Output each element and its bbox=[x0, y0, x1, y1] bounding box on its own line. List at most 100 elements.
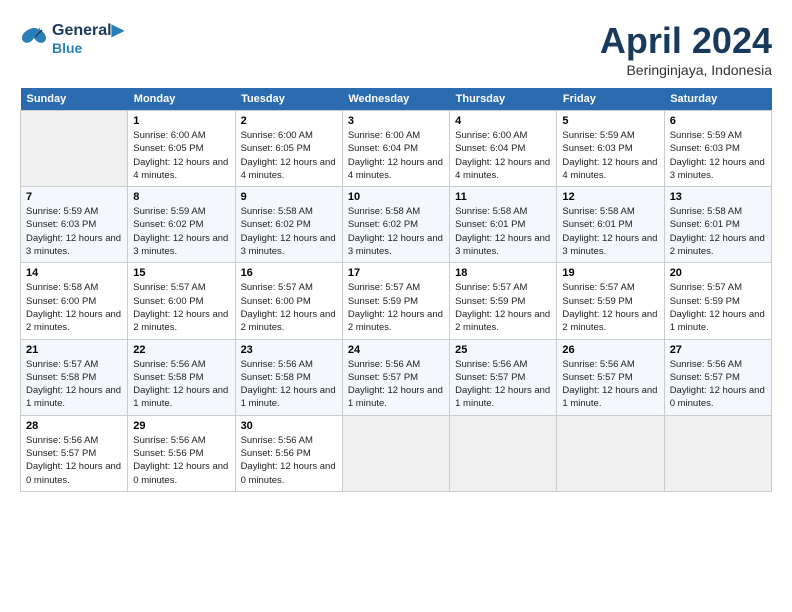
day-number: 12 bbox=[562, 191, 658, 203]
day-number: 14 bbox=[26, 267, 122, 279]
calendar-cell: 20Sunrise: 5:57 AMSunset: 5:59 PMDayligh… bbox=[664, 263, 771, 339]
day-info: Sunrise: 5:59 AMSunset: 6:02 PMDaylight:… bbox=[133, 205, 229, 258]
calendar-cell: 28 Sunrise: 5:56 AMSunset: 5:57 PMDayligh… bbox=[21, 415, 128, 491]
calendar-cell bbox=[450, 415, 557, 491]
column-header-tuesday: Tuesday bbox=[235, 88, 342, 111]
calendar-cell: 15Sunrise: 5:57 AMSunset: 6:00 PMDayligh… bbox=[128, 263, 235, 339]
day-info: Sunrise: 5:56 AMSunset: 5:57 PMDaylight:… bbox=[670, 358, 766, 411]
calendar-cell: 13 Sunrise: 5:58 AMSunset: 6:01 PMDayligh… bbox=[664, 187, 771, 263]
calendar-cell: 22 Sunrise: 5:56 AMSunset: 5:58 PMDayligh… bbox=[128, 339, 235, 415]
logo-icon bbox=[20, 26, 48, 50]
day-number: 23 bbox=[241, 344, 337, 356]
calendar-week-4: 21 Sunrise: 5:57 AMSunset: 5:58 PMDayligh… bbox=[21, 339, 772, 415]
day-info: Sunrise: 5:57 AMSunset: 5:59 PMDaylight:… bbox=[455, 281, 551, 334]
calendar-cell: 14 Sunrise: 5:58 AMSunset: 6:00 PMDayligh… bbox=[21, 263, 128, 339]
day-number: 9 bbox=[241, 191, 337, 203]
calendar-cell: 27 Sunrise: 5:56 AMSunset: 5:57 PMDayligh… bbox=[664, 339, 771, 415]
day-number: 8 bbox=[133, 191, 229, 203]
day-number: 19 bbox=[562, 267, 658, 279]
day-info: Sunrise: 5:59 AMSunset: 6:03 PMDaylight:… bbox=[562, 129, 658, 182]
day-info: Sunrise: 6:00 AMSunset: 6:05 PMDaylight:… bbox=[241, 129, 337, 182]
day-number: 24 bbox=[348, 344, 444, 356]
day-number: 28 bbox=[26, 420, 122, 432]
calendar-week-3: 14 Sunrise: 5:58 AMSunset: 6:00 PMDayligh… bbox=[21, 263, 772, 339]
column-header-friday: Friday bbox=[557, 88, 664, 111]
day-number: 30 bbox=[241, 420, 337, 432]
day-number: 22 bbox=[133, 344, 229, 356]
calendar-body: 1Sunrise: 6:00 AMSunset: 6:05 PMDaylight… bbox=[21, 111, 772, 492]
calendar-cell bbox=[664, 415, 771, 491]
calendar-cell: 25Sunrise: 5:56 AMSunset: 5:57 PMDayligh… bbox=[450, 339, 557, 415]
column-header-monday: Monday bbox=[128, 88, 235, 111]
day-number: 13 bbox=[670, 191, 766, 203]
calendar-cell: 6 Sunrise: 5:59 AMSunset: 6:03 PMDaylight… bbox=[664, 111, 771, 187]
day-info: Sunrise: 5:56 AMSunset: 5:56 PMDaylight:… bbox=[133, 434, 229, 487]
calendar-cell bbox=[557, 415, 664, 491]
day-info: Sunrise: 5:59 AMSunset: 6:03 PMDaylight:… bbox=[26, 205, 122, 258]
day-info: Sunrise: 5:59 AMSunset: 6:03 PMDaylight:… bbox=[670, 129, 766, 182]
day-number: 18 bbox=[455, 267, 551, 279]
month-title: April 2024 bbox=[600, 20, 772, 62]
calendar-cell: 11Sunrise: 5:58 AMSunset: 6:01 PMDayligh… bbox=[450, 187, 557, 263]
calendar-cell: 18 Sunrise: 5:57 AMSunset: 5:59 PMDayligh… bbox=[450, 263, 557, 339]
day-number: 27 bbox=[670, 344, 766, 356]
day-number: 11 bbox=[455, 191, 551, 203]
day-number: 6 bbox=[670, 115, 766, 127]
column-header-thursday: Thursday bbox=[450, 88, 557, 111]
calendar-cell: 1Sunrise: 6:00 AMSunset: 6:05 PMDaylight… bbox=[128, 111, 235, 187]
calendar-cell: 10 Sunrise: 5:58 AMSunset: 6:02 PMDayligh… bbox=[342, 187, 449, 263]
calendar-week-5: 28 Sunrise: 5:56 AMSunset: 5:57 PMDayligh… bbox=[21, 415, 772, 491]
column-header-wednesday: Wednesday bbox=[342, 88, 449, 111]
column-header-saturday: Saturday bbox=[664, 88, 771, 111]
calendar-cell: 26 Sunrise: 5:56 AMSunset: 5:57 PMDayligh… bbox=[557, 339, 664, 415]
day-number: 21 bbox=[26, 344, 122, 356]
logo-text: General▶ Blue bbox=[52, 20, 124, 56]
day-info: Sunrise: 5:56 AMSunset: 5:56 PMDaylight:… bbox=[241, 434, 337, 487]
logo: General▶ Blue bbox=[20, 20, 124, 56]
calendar-cell: 19Sunrise: 5:57 AMSunset: 5:59 PMDayligh… bbox=[557, 263, 664, 339]
day-number: 29 bbox=[133, 420, 229, 432]
day-info: Sunrise: 5:56 AMSunset: 5:57 PMDaylight:… bbox=[455, 358, 551, 411]
day-info: Sunrise: 5:58 AMSunset: 6:00 PMDaylight:… bbox=[26, 281, 122, 334]
day-number: 2 bbox=[241, 115, 337, 127]
day-info: Sunrise: 6:00 AMSunset: 6:04 PMDaylight:… bbox=[348, 129, 444, 182]
calendar-cell: 16 Sunrise: 5:57 AMSunset: 6:00 PMDayligh… bbox=[235, 263, 342, 339]
calendar-cell: 29 Sunrise: 5:56 AMSunset: 5:56 PMDayligh… bbox=[128, 415, 235, 491]
calendar-header-row: SundayMondayTuesdayWednesdayThursdayFrid… bbox=[21, 88, 772, 111]
day-info: Sunrise: 5:58 AMSunset: 6:01 PMDaylight:… bbox=[562, 205, 658, 258]
calendar-cell bbox=[342, 415, 449, 491]
calendar-cell: 2 Sunrise: 6:00 AMSunset: 6:05 PMDaylight… bbox=[235, 111, 342, 187]
day-number: 3 bbox=[348, 115, 444, 127]
calendar-week-1: 1Sunrise: 6:00 AMSunset: 6:05 PMDaylight… bbox=[21, 111, 772, 187]
day-number: 16 bbox=[241, 267, 337, 279]
day-info: Sunrise: 5:58 AMSunset: 6:02 PMDaylight:… bbox=[348, 205, 444, 258]
day-info: Sunrise: 5:56 AMSunset: 5:58 PMDaylight:… bbox=[241, 358, 337, 411]
day-info: Sunrise: 5:57 AMSunset: 5:59 PMDaylight:… bbox=[670, 281, 766, 334]
day-info: Sunrise: 5:57 AMSunset: 6:00 PMDaylight:… bbox=[241, 281, 337, 334]
calendar-cell: 5Sunrise: 5:59 AMSunset: 6:03 PMDaylight… bbox=[557, 111, 664, 187]
day-info: Sunrise: 5:56 AMSunset: 5:57 PMDaylight:… bbox=[26, 434, 122, 487]
day-info: Sunrise: 5:58 AMSunset: 6:01 PMDaylight:… bbox=[670, 205, 766, 258]
calendar-cell: 17Sunrise: 5:57 AMSunset: 5:59 PMDayligh… bbox=[342, 263, 449, 339]
calendar-table: SundayMondayTuesdayWednesdayThursdayFrid… bbox=[20, 88, 772, 492]
day-info: Sunrise: 5:57 AMSunset: 5:58 PMDaylight:… bbox=[26, 358, 122, 411]
day-number: 15 bbox=[133, 267, 229, 279]
calendar-cell: 9Sunrise: 5:58 AMSunset: 6:02 PMDaylight… bbox=[235, 187, 342, 263]
page-header: General▶ Blue April 2024 Beringinjaya, I… bbox=[20, 20, 772, 78]
day-info: Sunrise: 5:56 AMSunset: 5:58 PMDaylight:… bbox=[133, 358, 229, 411]
day-number: 10 bbox=[348, 191, 444, 203]
calendar-cell: 4Sunrise: 6:00 AMSunset: 6:04 PMDaylight… bbox=[450, 111, 557, 187]
day-number: 4 bbox=[455, 115, 551, 127]
calendar-cell bbox=[21, 111, 128, 187]
calendar-cell: 8 Sunrise: 5:59 AMSunset: 6:02 PMDaylight… bbox=[128, 187, 235, 263]
day-info: Sunrise: 5:57 AMSunset: 5:59 PMDaylight:… bbox=[348, 281, 444, 334]
calendar-cell: 23 Sunrise: 5:56 AMSunset: 5:58 PMDayligh… bbox=[235, 339, 342, 415]
day-info: Sunrise: 5:56 AMSunset: 5:57 PMDaylight:… bbox=[562, 358, 658, 411]
day-number: 7 bbox=[26, 191, 122, 203]
calendar-cell: 7 Sunrise: 5:59 AMSunset: 6:03 PMDaylight… bbox=[21, 187, 128, 263]
location: Beringinjaya, Indonesia bbox=[600, 62, 772, 78]
calendar-cell: 12 Sunrise: 5:58 AMSunset: 6:01 PMDayligh… bbox=[557, 187, 664, 263]
calendar-week-2: 7 Sunrise: 5:59 AMSunset: 6:03 PMDaylight… bbox=[21, 187, 772, 263]
day-number: 26 bbox=[562, 344, 658, 356]
title-area: April 2024 Beringinjaya, Indonesia bbox=[600, 20, 772, 78]
